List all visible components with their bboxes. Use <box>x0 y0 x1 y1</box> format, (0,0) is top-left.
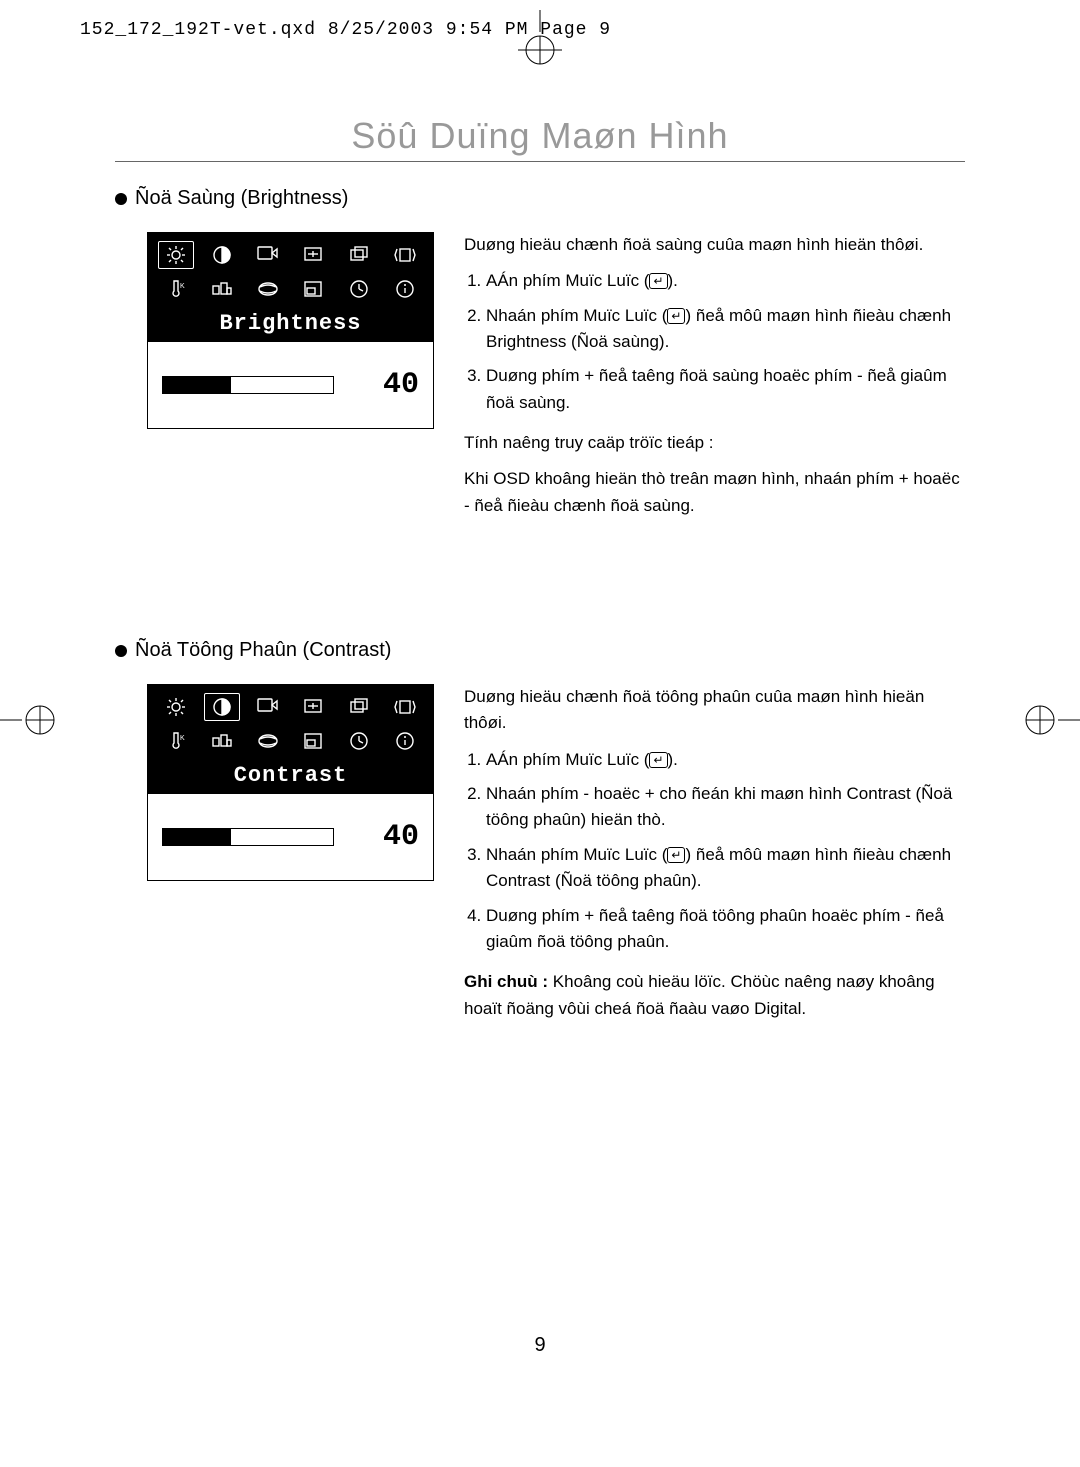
step-list: AÁn phím Muïc Luïc (↵). Nhaán phím Muïc … <box>464 268 965 416</box>
step-text: Nhaán phím Muïc Luïc ( <box>486 845 667 864</box>
menu-position-icon <box>295 727 331 755</box>
section-heading-contrast: Ñoä Töông Phaûn (Contrast) <box>115 639 965 662</box>
language-icon <box>250 727 286 755</box>
enter-icon: ↵ <box>667 308 685 324</box>
position-icon <box>295 241 331 269</box>
step-item: Duøng phím + ñeå taêng ñoä töông phaûn h… <box>486 903 965 956</box>
tip-body: Khi OSD khoâng hieän thò treân maøn hình… <box>464 466 965 519</box>
osd-icon-row-2: K <box>158 727 423 755</box>
color-adjust-icon <box>204 275 240 303</box>
osd-top: K <box>148 233 433 342</box>
step-text: Nhaán phím Muïc Luïc ( <box>486 306 667 325</box>
content: Söû Duïng Maøn Hình Ñoä Saùng (Brightnes… <box>115 115 965 1032</box>
osd-panel-brightness: K <box>147 232 434 429</box>
enter-icon: ↵ <box>649 752 667 768</box>
slider-track <box>162 828 334 846</box>
intro-text: Duøng hieäu chænh ñoä saùng cuûa maøn hì… <box>464 232 965 258</box>
slider-value: 40 <box>383 368 419 402</box>
language-icon <box>250 275 286 303</box>
size-icon <box>341 693 377 721</box>
info-icon <box>387 275 423 303</box>
step-item: Nhaán phím - hoaëc + cho ñeán khi maøn h… <box>486 781 965 834</box>
brightness-icon <box>158 693 194 721</box>
menu-position-icon <box>295 275 331 303</box>
brightness-icon <box>158 241 194 269</box>
tip-heading: Tính naêng truy caäp tröïc tieáp : <box>464 430 965 456</box>
step-list: AÁn phím Muïc Luïc (↵). Nhaán phím - hoa… <box>464 747 965 955</box>
instructions-contrast: Duøng hieäu chænh ñoä töông phaûn cuûa m… <box>464 684 965 1032</box>
instructions-brightness: Duøng hieäu chænh ñoä saùng cuûa maøn hì… <box>464 232 965 529</box>
image-lock-icon <box>250 693 286 721</box>
step-item: Nhaán phím Muïc Luïc (↵) ñeå môû maøn hì… <box>486 303 965 356</box>
step-item: Nhaán phím Muïc Luïc (↵) ñeå môû maøn hì… <box>486 842 965 895</box>
step-tail: ). <box>668 271 678 290</box>
page-number: 9 <box>0 1334 1080 1357</box>
color-temp-icon: K <box>158 275 194 303</box>
slider-value: 40 <box>383 820 419 854</box>
title-rule <box>115 161 965 162</box>
step-text: AÁn phím Muïc Luïc ( <box>486 750 649 769</box>
enter-icon: ↵ <box>667 847 685 863</box>
section-brightness: Ñoä Saùng (Brightness) <box>115 187 965 529</box>
step-item: Duøng phím + ñeå taêng ñoä saùng hoaëc p… <box>486 363 965 416</box>
osd-label: Contrast <box>158 761 423 788</box>
expand-icon <box>387 693 423 721</box>
note-heading: Ghi chuù : <box>464 972 548 991</box>
osd-icon-row-2: K <box>158 275 423 303</box>
slider-track <box>162 376 334 394</box>
step-tail: ). <box>668 750 678 769</box>
section-contrast: Ñoä Töông Phaûn (Contrast) <box>115 639 965 1032</box>
osd-icon-row-1 <box>158 693 423 721</box>
section-heading-label: Ñoä Saùng (Brightness) <box>135 187 348 210</box>
osd-panel-contrast: K <box>147 684 434 881</box>
clock-icon <box>341 727 377 755</box>
note: Ghi chuù : Khoâng coù hieäu löïc. Chöùc … <box>464 969 965 1022</box>
step-item: AÁn phím Muïc Luïc (↵). <box>486 268 965 294</box>
color-adjust-icon <box>204 727 240 755</box>
expand-icon <box>387 241 423 269</box>
color-temp-icon: K <box>158 727 194 755</box>
osd-label: Brightness <box>158 309 423 336</box>
osd-body: 40 <box>148 794 433 880</box>
slider-fill <box>163 377 231 393</box>
section-heading-label: Ñoä Töông Phaûn (Contrast) <box>135 639 391 662</box>
page-title: Söû Duïng Maøn Hình <box>115 115 965 157</box>
bullet-icon <box>115 645 127 657</box>
contrast-icon <box>204 241 240 269</box>
osd-icon-row-1 <box>158 241 423 269</box>
contrast-icon <box>204 693 240 721</box>
step-item: AÁn phím Muïc Luïc (↵). <box>486 747 965 773</box>
section-body: K <box>147 684 965 1032</box>
crop-mark-top <box>480 10 600 70</box>
step-text: AÁn phím Muïc Luïc ( <box>486 271 649 290</box>
slider-fill <box>163 829 231 845</box>
intro-text: Duøng hieäu chænh ñoä töông phaûn cuûa m… <box>464 684 965 737</box>
section-heading-brightness: Ñoä Saùng (Brightness) <box>115 187 965 210</box>
size-icon <box>341 241 377 269</box>
image-lock-icon <box>250 241 286 269</box>
clock-icon <box>341 275 377 303</box>
osd-top: K <box>148 685 433 794</box>
info-icon <box>387 727 423 755</box>
svg-text:K: K <box>180 283 185 290</box>
crop-mark-right <box>1010 660 1080 780</box>
osd-body: 40 <box>148 342 433 428</box>
crop-mark-left <box>0 660 70 780</box>
page: 152_172_192T-vet.qxd 8/25/2003 9:54 PM P… <box>0 0 1080 1467</box>
bullet-icon <box>115 193 127 205</box>
svg-text:K: K <box>180 735 185 742</box>
enter-icon: ↵ <box>649 273 667 289</box>
section-body: K <box>147 232 965 529</box>
position-icon <box>295 693 331 721</box>
